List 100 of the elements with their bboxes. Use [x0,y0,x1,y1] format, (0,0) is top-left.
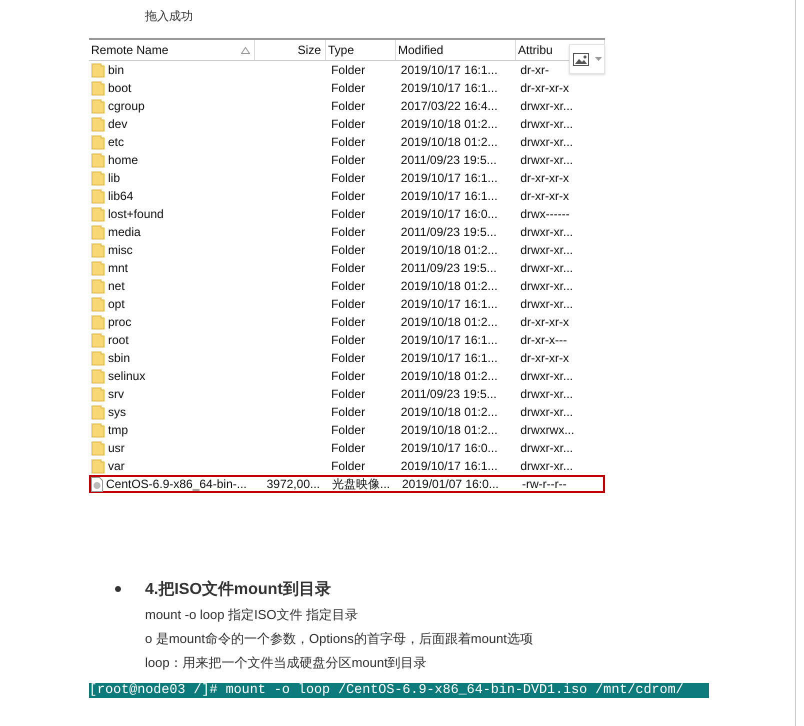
folder-icon [91,62,105,78]
folder-icon [91,134,105,150]
folder-icon [91,278,105,294]
folder-icon [91,80,105,96]
table-cell: Folder [331,387,366,401]
table-cell: lost+found [108,207,164,221]
table-cell: 2019/10/17 16:1... [400,81,498,95]
table-cell: etc [108,135,124,149]
table-cell: mnt [108,261,128,275]
table-cell: 2019/10/18 01:2... [400,369,498,383]
table-cell: cgroup [108,99,145,113]
folder-icon [91,152,105,168]
table-cell: drwxr-xr... [520,297,573,311]
table-cell: drwx------ [520,207,570,221]
caption: 拖入成功 [145,8,194,25]
table-cell: drwxr-xr... [520,405,573,419]
table-cell: Folder [331,315,366,329]
table-cell: 光盘映像... [332,476,390,492]
table-cell: 2019/10/18 01:2... [400,423,498,437]
folder-icon [91,116,105,132]
table-cell: drwxr-xr... [520,99,573,113]
table-cell: Folder [331,135,366,149]
table-cell: 2019/10/17 16:0... [400,207,498,221]
table-cell: net [108,279,125,293]
table-cell: Folder [331,405,366,419]
folder-icon [91,350,105,366]
table-cell: media [108,225,141,239]
table-cell: srv [108,387,124,401]
folder-icon [91,440,105,456]
table-cell: dr-xr- [520,63,549,77]
table-cell: Folder [331,459,366,473]
folder-icon [91,98,105,114]
folder-icon [91,206,105,222]
table-cell: 2019/10/17 16:0... [400,441,498,455]
disc-file-icon [91,476,103,492]
table-cell: 2011/09/23 19:5... [400,387,497,401]
table-cell: dr-xr-xr-x [520,81,569,95]
table-cell: misc [108,243,133,257]
table-cell: drwxr-xr... [520,261,573,275]
folder-icon [91,224,105,240]
table-cell: drwxr-xr... [520,153,573,167]
table-cell: Folder [331,225,366,239]
table-cell: home [108,153,138,167]
table-cell: var [108,459,125,473]
table-cell: 2019/10/17 16:1... [400,297,498,311]
table-cell: 2019/10/18 01:2... [400,279,498,293]
table-cell: 2019/10/18 01:2... [400,135,498,149]
column-header[interactable]: Remote Name [89,40,255,60]
section-heading: 4.把ISO文件mount到目录 [145,579,331,600]
column-header[interactable]: Size [255,40,326,60]
folder-icon [91,404,105,420]
table-cell: sbin [108,351,130,365]
table-cell: 2019/10/18 01:2... [400,117,498,131]
table-cell: 2011/09/23 19:5... [400,225,497,239]
table-cell: Folder [331,243,366,257]
table-cell: Folder [331,351,366,365]
paragraph: mount -o loop 指定ISO文件 指定目录 [145,606,360,624]
table-cell: proc [108,315,132,329]
table-cell: 2019/10/17 16:1... [400,189,498,203]
table-cell: Folder [331,279,366,293]
table-cell: Folder [331,99,366,113]
column-header[interactable]: Modified [396,40,516,60]
table-cell: drwxrwx... [520,423,574,437]
table-cell: Folder [331,369,366,383]
table-cell: drwxr-xr... [520,135,573,149]
paragraph: loop：用来把一个文件当成硬盘分区mount到目录 [145,654,428,672]
table-cell: 2017/03/22 16:4... [400,99,498,113]
folder-icon [91,170,105,186]
table-cell: selinux [108,369,146,383]
table-cell: Folder [331,207,366,221]
table-cell: 2019/01/07 16:0... [402,477,499,491]
table-cell: drwxr-xr... [520,441,573,455]
table-cell: dr-xr-xr-x [520,315,569,329]
bullet-icon [115,586,121,592]
table-cell: 2019/10/17 16:1... [400,171,498,185]
table-cell: drwxr-xr... [520,243,573,257]
table-cell: 2019/10/17 16:1... [400,351,498,365]
table-cell: tmp [108,423,128,437]
table-cell: CentOS-6.9-x86_64-bin-... [106,477,247,491]
image-icon [572,52,588,66]
table-cell: 2019/10/17 16:1... [400,333,498,347]
table-cell: sys [108,405,126,419]
caret-icon [594,57,602,61]
table-cell: lib64 [108,189,134,203]
table-cell: dev [108,117,128,131]
table-cell: drwxr-xr... [520,459,573,473]
table-cell: 2019/10/17 16:1... [400,63,498,77]
table-cell: Folder [331,153,366,167]
folder-icon [91,188,105,204]
table-cell: 3972,00... [266,477,320,491]
table-cell: dr-xr-xr-x [520,351,569,365]
table-cell: 2019/10/18 01:2... [400,315,498,329]
table-cell: -rw-r--r-- [522,477,567,491]
table-cell: 2019/10/18 01:2... [400,405,498,419]
folder-icon [91,386,105,402]
table-cell: root [108,333,129,347]
column-header[interactable]: Type [326,40,396,60]
table-cell: boot [108,81,132,95]
image-menu[interactable] [569,44,605,74]
folder-icon [91,314,105,330]
